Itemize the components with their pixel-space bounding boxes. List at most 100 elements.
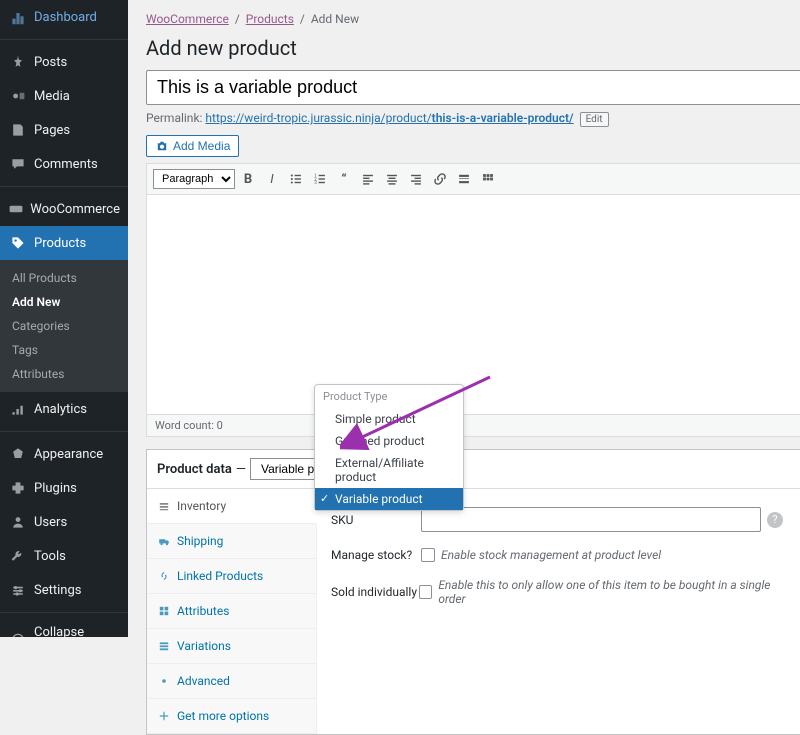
sidebar-item-plugins[interactable]: Plugins (0, 471, 128, 505)
add-media-button[interactable]: Add Media (146, 135, 239, 157)
more-icon (157, 709, 171, 723)
editor-content-area[interactable] (146, 195, 800, 415)
sidebar-item-collapse[interactable]: Collapse menu (0, 618, 128, 662)
sidebar-item-settings[interactable]: Settings (0, 573, 128, 607)
manage-stock-label: Manage stock? (331, 548, 421, 562)
manage-stock-checkbox[interactable] (421, 548, 435, 562)
sidebar-label: Appearance (34, 447, 103, 462)
products-icon (8, 233, 28, 253)
submenu-attributes[interactable]: Attributes (0, 362, 128, 386)
sidebar-item-woocommerce[interactable]: WooCommerce (0, 192, 128, 226)
dashboard-icon (8, 7, 28, 27)
appearance-icon (8, 444, 28, 464)
readmore-button[interactable] (453, 168, 475, 190)
collapse-icon (8, 630, 28, 650)
sidebar-item-analytics[interactable]: Analytics (0, 392, 128, 426)
manage-stock-desc: Enable stock management at product level (441, 548, 661, 562)
tab-variations[interactable]: Variations (147, 629, 316, 664)
number-list-button[interactable]: 123 (309, 168, 331, 190)
sidebar-item-users[interactable]: Users (0, 505, 128, 539)
submenu-tags[interactable]: Tags (0, 338, 128, 362)
sidebar-label: Plugins (34, 481, 77, 496)
submenu-all-products[interactable]: All Products (0, 266, 128, 290)
tab-inventory[interactable]: Inventory (147, 489, 317, 524)
comments-icon (8, 154, 28, 174)
submenu-categories[interactable]: Categories (0, 314, 128, 338)
variations-icon (157, 639, 171, 653)
sidebar-label: Settings (34, 583, 81, 598)
format-select[interactable]: Paragraph (153, 169, 235, 189)
admin-sidebar: Dashboard Posts Media Pages Comments Woo… (0, 0, 128, 637)
product-data-header: Product data — Variable product (147, 450, 800, 489)
plugins-icon (8, 478, 28, 498)
editor-toolbar: Paragraph B I 123 “ (146, 163, 800, 195)
inventory-icon (157, 499, 171, 513)
bullet-list-button[interactable] (285, 168, 307, 190)
product-data-label: Product data (157, 462, 232, 477)
product-data-panel: Product data — Variable product Inventor… (146, 449, 800, 735)
sidebar-item-appearance[interactable]: Appearance (0, 437, 128, 471)
tools-icon (8, 546, 28, 566)
sku-label: SKU (331, 513, 421, 527)
align-center-button[interactable] (381, 168, 403, 190)
sold-individually-label: Sold individually (331, 585, 419, 599)
option-simple-product[interactable]: Simple product (315, 408, 463, 430)
sidebar-item-comments[interactable]: Comments (0, 147, 128, 181)
bold-button[interactable]: B (237, 168, 259, 190)
sold-individually-checkbox[interactable] (419, 585, 433, 599)
permalink-link[interactable]: https://weird-tropic.jurassic.ninja/prod… (205, 111, 573, 125)
sold-individually-desc: Enable this to only allow one of this it… (438, 578, 791, 606)
add-media-label: Add Media (173, 139, 230, 153)
sku-help-icon[interactable]: ? (767, 512, 783, 528)
sidebar-label: Products (34, 236, 86, 251)
sidebar-label: Analytics (34, 402, 87, 417)
dropdown-header: Product Type (315, 385, 463, 408)
media-icon (8, 86, 28, 106)
pin-icon (8, 52, 28, 72)
option-external-product[interactable]: External/Affiliate product (315, 452, 463, 488)
align-left-button[interactable] (357, 168, 379, 190)
align-right-button[interactable] (405, 168, 427, 190)
tab-linked-products[interactable]: Linked Products (147, 559, 316, 594)
option-grouped-product[interactable]: Grouped product (315, 430, 463, 452)
sidebar-label: WooCommerce (30, 202, 120, 217)
sidebar-item-dashboard[interactable]: Dashboard (0, 0, 128, 34)
sidebar-label: Posts (34, 55, 67, 70)
product-title-input[interactable] (146, 70, 800, 105)
link-button[interactable] (429, 168, 451, 190)
breadcrumb: WooCommerce / Products / Add New (146, 12, 782, 26)
sidebar-item-media[interactable]: Media (0, 79, 128, 113)
sidebar-item-posts[interactable]: Posts (0, 45, 128, 79)
toolbar-toggle-button[interactable] (477, 168, 499, 190)
submenu-add-new[interactable]: Add New (0, 290, 128, 314)
sidebar-label: Media (34, 89, 70, 104)
tab-shipping[interactable]: Shipping (147, 524, 316, 559)
sidebar-item-tools[interactable]: Tools (0, 539, 128, 573)
svg-text:3: 3 (314, 181, 317, 186)
tab-advanced[interactable]: Advanced (147, 664, 316, 699)
quote-button[interactable]: “ (333, 168, 355, 190)
main-content: WooCommerce / Products / Add New Add new… (128, 0, 800, 637)
sidebar-item-products[interactable]: Products (0, 226, 128, 260)
pages-icon (8, 120, 28, 140)
sidebar-label: Users (34, 515, 67, 530)
sidebar-label: Comments (34, 157, 98, 172)
breadcrumb-products[interactable]: Products (246, 12, 294, 26)
sidebar-label: Dashboard (34, 10, 97, 25)
camera-icon (155, 139, 169, 153)
shipping-icon (157, 534, 171, 548)
sidebar-label: Collapse menu (34, 625, 120, 655)
products-submenu: All Products Add New Categories Tags Att… (0, 260, 128, 392)
sidebar-item-pages[interactable]: Pages (0, 113, 128, 147)
italic-button[interactable]: I (261, 168, 283, 190)
breadcrumb-current: Add New (311, 12, 359, 26)
sidebar-label: Tools (34, 549, 66, 564)
permalink-edit-button[interactable]: Edit (580, 112, 609, 127)
permalink-label: Permalink: (146, 111, 202, 125)
breadcrumb-woocommerce[interactable]: WooCommerce (146, 12, 229, 26)
option-variable-product[interactable]: Variable product (315, 488, 463, 510)
linked-icon (157, 569, 171, 583)
sku-input[interactable] (421, 507, 761, 532)
tab-get-more-options[interactable]: Get more options (147, 699, 316, 734)
tab-attributes[interactable]: Attributes (147, 594, 316, 629)
